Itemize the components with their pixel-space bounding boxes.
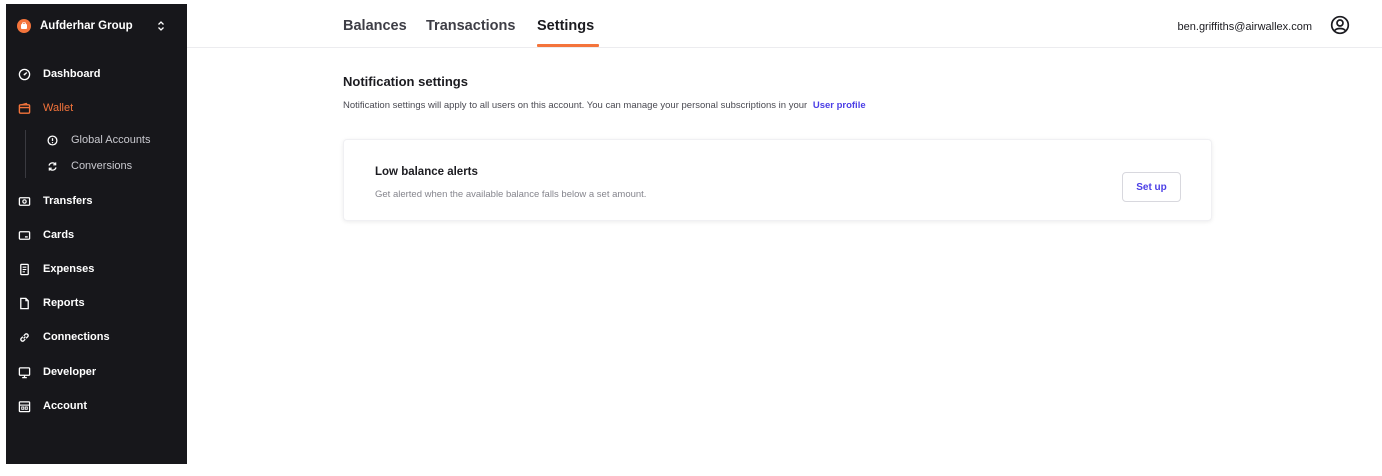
sidebar-item-cards[interactable]: Cards (6, 222, 187, 248)
active-tab-indicator (537, 44, 599, 47)
page-description-text: Notification settings will apply to all … (343, 100, 808, 111)
org-switcher[interactable]: Aufderhar Group (6, 4, 187, 48)
user-email[interactable]: ben.griffiths@airwallex.com (1178, 21, 1312, 33)
sidebar-item-connections[interactable]: Connections (6, 324, 187, 350)
transfers-icon (17, 194, 31, 208)
sidebar-item-label: Wallet (43, 102, 74, 114)
sidebar-item-account[interactable]: Account (6, 393, 187, 419)
wallet-icon (17, 101, 31, 115)
sidebar-subitem-conversions[interactable]: Conversions (46, 155, 132, 177)
user-avatar-icon[interactable] (1330, 15, 1350, 35)
sidebar-item-label: Transfers (43, 195, 93, 207)
dashboard-icon (17, 67, 31, 81)
card-description: Get alerted when the available balance f… (375, 189, 647, 200)
sidebar-item-transfers[interactable]: Transfers (6, 188, 187, 214)
connections-icon (17, 330, 31, 344)
set-up-button[interactable]: Set up (1122, 172, 1181, 202)
sidebar-subitem-label: Global Accounts (71, 134, 151, 146)
tab-settings[interactable]: Settings (537, 18, 594, 34)
expenses-icon (17, 262, 31, 276)
sidebar-item-expenses[interactable]: Expenses (6, 256, 187, 282)
app-root: Aufderhar Group Dashboard Wallet Global … (0, 0, 1382, 476)
card-title: Low balance alerts (375, 166, 478, 178)
sidebar-item-label: Account (43, 400, 87, 412)
conversions-icon (46, 160, 58, 172)
submenu-guide-line (25, 130, 26, 178)
account-icon (17, 399, 31, 413)
low-balance-alerts-card: Low balance alerts Get alerted when the … (343, 139, 1212, 221)
sidebar-item-wallet[interactable]: Wallet (6, 95, 187, 121)
tab-balances[interactable]: Balances (343, 18, 407, 34)
sidebar-subitem-label: Conversions (71, 160, 133, 172)
page-title: Notification settings (343, 74, 468, 89)
sidebar-item-label: Expenses (43, 263, 95, 275)
reports-icon (17, 296, 31, 310)
org-logo-icon (17, 19, 31, 33)
chevron-up-down-icon[interactable] (157, 19, 165, 33)
developer-icon (17, 365, 31, 379)
tab-transactions[interactable]: Transactions (426, 18, 515, 34)
sidebar-item-dashboard[interactable]: Dashboard (6, 61, 187, 87)
sidebar-item-label: Reports (43, 297, 85, 309)
cards-icon (17, 228, 31, 242)
org-name: Aufderhar Group (40, 20, 133, 32)
page-description: Notification settings will apply to all … (343, 100, 866, 111)
user-profile-link[interactable]: User profile (813, 100, 866, 111)
global-accounts-icon (46, 134, 58, 146)
sidebar-item-developer[interactable]: Developer (6, 359, 187, 385)
sidebar-item-reports[interactable]: Reports (6, 290, 187, 316)
sidebar-item-label: Cards (43, 229, 75, 241)
sidebar: Aufderhar Group Dashboard Wallet Global … (6, 4, 187, 464)
sidebar-item-label: Dashboard (43, 68, 101, 80)
sidebar-subitem-global-accounts[interactable]: Global Accounts (46, 129, 151, 151)
sidebar-item-label: Developer (43, 366, 97, 378)
top-navigation: Balances Transactions Settings ben.griff… (187, 4, 1382, 48)
sidebar-item-label: Connections (43, 331, 110, 343)
